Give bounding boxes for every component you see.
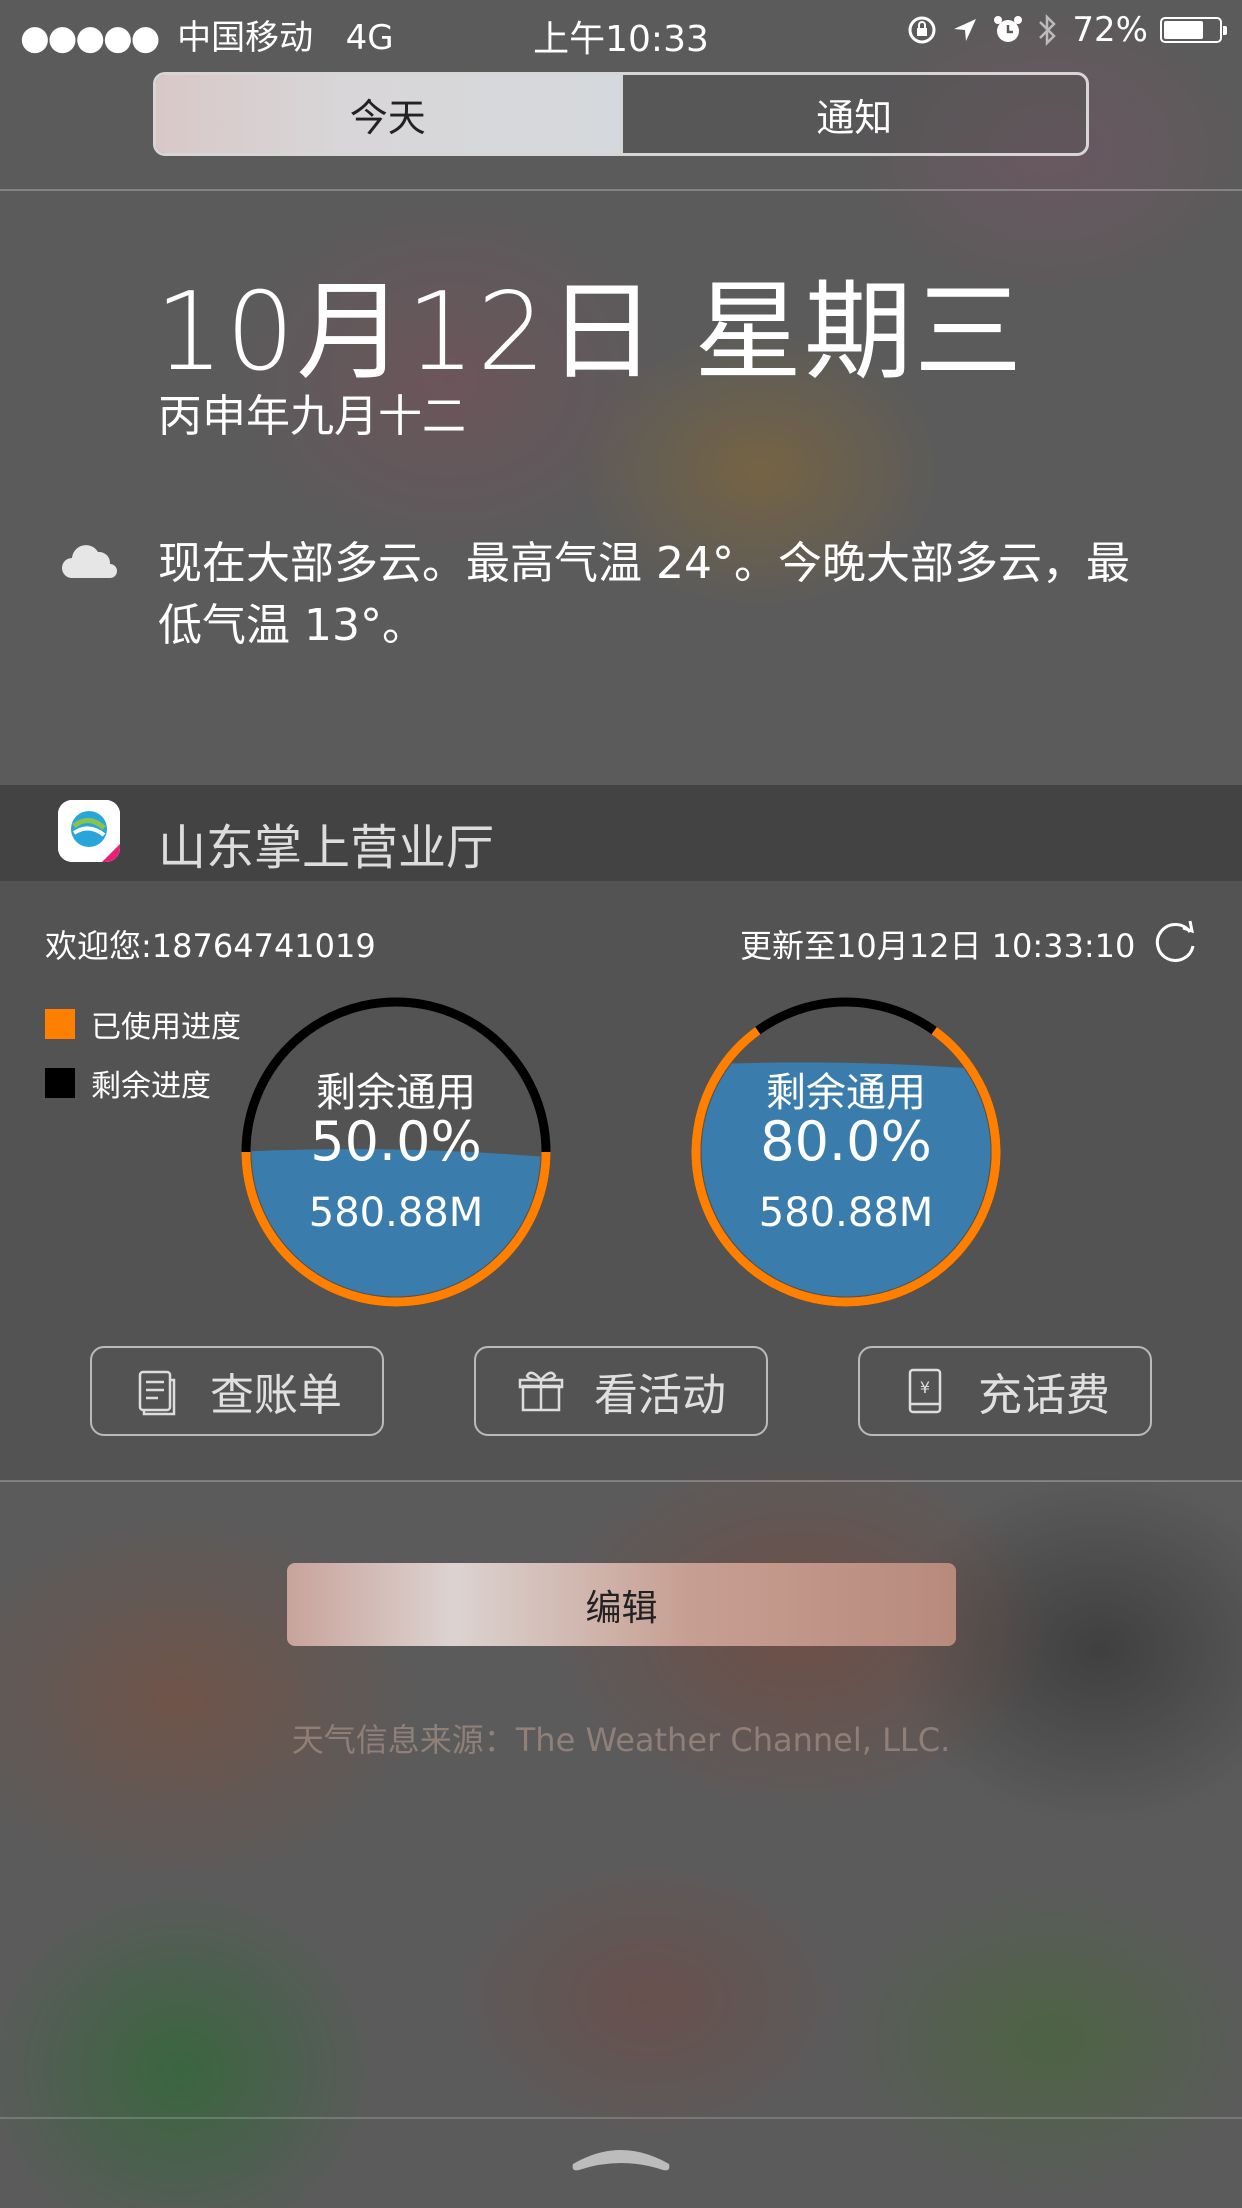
tab-today[interactable]: 今天 [156, 75, 620, 153]
svg-text:¥: ¥ [920, 1378, 930, 1397]
gauge-2-percent: 80.0% [760, 1110, 932, 1173]
legend-remaining-swatch [45, 1068, 75, 1098]
divider [0, 1480, 1242, 1482]
data-gauge-2[interactable]: 剩余通用 80.0% 580.88M [684, 990, 1008, 1314]
china-mobile-app-icon [58, 800, 120, 862]
weather-source: 天气信息来源：The Weather Channel, LLC. [291, 1721, 951, 1759]
recharge-icon: ¥ [908, 1368, 942, 1414]
rotation-lock-icon [908, 16, 936, 44]
view-bill-label: 查账单 [210, 1370, 342, 1421]
legend-remaining: 剩余进度 [45, 1061, 211, 1105]
view-activity-label: 看活动 [594, 1370, 726, 1421]
alarm-icon [994, 16, 1023, 42]
status-bar: ●●●●● 中国移动 4G 上午10:33 72% [0, 0, 1242, 60]
gift-icon [518, 1371, 564, 1412]
weather-summary: 现在大部多云。最高气温 24°。今晚大部多云，最低气温 13°。 [158, 538, 1130, 651]
legend-used: 已使用进度 [45, 1002, 241, 1046]
legend-remaining-label: 剩余进度 [91, 1069, 211, 1104]
date-heading: 10月12日 星期三 [155, 270, 1025, 395]
today-notifications-switch: 今天 通知 [153, 72, 1089, 156]
recharge-button[interactable]: ¥ 充话费 [858, 1346, 1152, 1436]
refresh-icon[interactable] [1150, 918, 1200, 968]
bluetooth-icon [1039, 13, 1057, 47]
gauge-1-amount: 580.88M [308, 1190, 484, 1236]
edit-button[interactable]: 编辑 [287, 1563, 956, 1646]
location-arrow-icon [954, 19, 977, 41]
lunar-date: 丙申年九月十二 [158, 391, 466, 442]
view-activity-button[interactable]: 看活动 [474, 1346, 768, 1436]
cloud-icon [62, 545, 117, 578]
welcome-text: 欢迎您:18764741019 [45, 927, 376, 965]
view-bill-button[interactable]: 查账单 [90, 1346, 384, 1436]
update-time: 更新至10月12日 10:33:10 [740, 927, 1136, 965]
widget-title: 山东掌上营业厅 [158, 820, 495, 876]
battery-icon [1160, 17, 1227, 43]
legend-used-swatch [45, 1009, 75, 1039]
legend-used-label: 已使用进度 [91, 1010, 241, 1045]
pull-up-handle-icon[interactable] [565, 2140, 677, 2174]
divider [0, 2117, 1242, 2119]
battery-percent: 72% [1072, 10, 1148, 50]
gauge-1-percent: 50.0% [310, 1110, 482, 1173]
bill-icon [138, 1370, 176, 1416]
status-icons: 72% [906, 10, 1227, 50]
gauge-2-amount: 580.88M [758, 1190, 934, 1236]
data-gauge-1[interactable]: 剩余通用 50.0% 580.88M [234, 990, 558, 1314]
tab-notifications[interactable]: 通知 [619, 75, 1086, 153]
divider [0, 189, 1242, 191]
recharge-label: 充话费 [978, 1370, 1110, 1421]
